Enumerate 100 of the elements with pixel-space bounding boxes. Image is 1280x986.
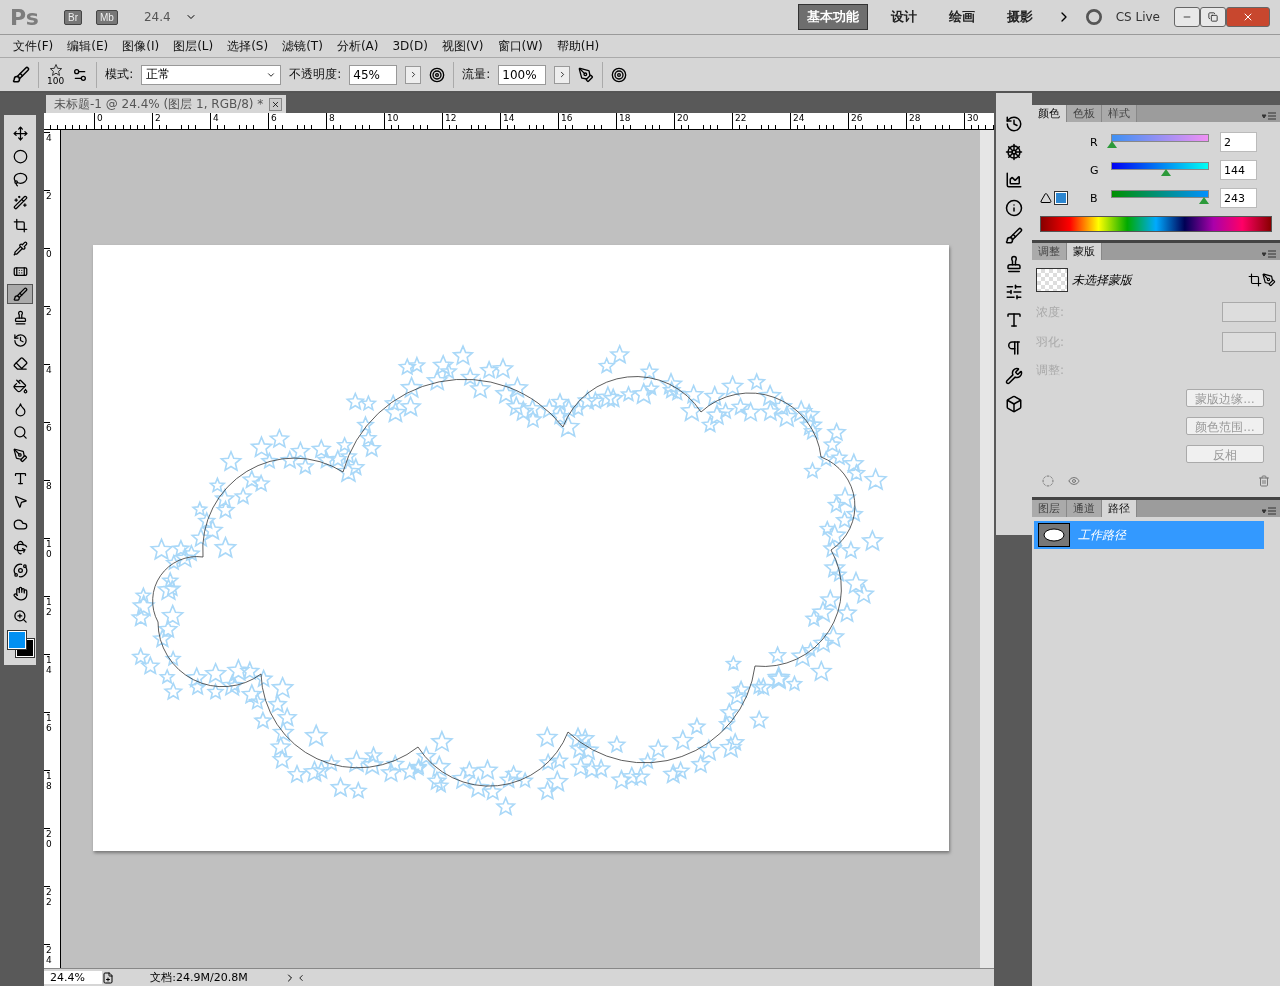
channel-label: B [1090,191,1099,205]
histogram-icon[interactable] [1005,171,1023,189]
wheel-icon[interactable] [1005,143,1023,161]
menu-item[interactable]: 文件(F) [6,37,61,55]
eyedropper-icon [12,240,28,256]
tool-button[interactable] [7,284,33,304]
panel-tab[interactable]: 颜色 [1032,105,1067,122]
brush-size-picker[interactable]: 100 [47,63,65,86]
slider-thumb[interactable] [1199,197,1210,204]
opacity-label: 不透明度: [289,66,342,83]
panel-tab[interactable]: 调整 [1032,243,1067,260]
brush-icon [12,286,28,302]
menu-item[interactable]: 3D(D) [385,39,435,53]
close-icon [1242,11,1254,23]
panel-tab[interactable]: 样式 [1102,105,1137,122]
document-size: 文档:24.9M/20.8M [149,970,249,985]
panel-tab[interactable]: 图层 [1032,500,1067,517]
menu-item[interactable]: 分析(A) [329,37,386,55]
menu-item[interactable]: 图像(I) [115,37,167,55]
cs-live-menu[interactable]: CS Live [1115,10,1160,24]
slider-thumb[interactable] [1106,141,1117,148]
zoom-level[interactable]: 24.4 [143,10,171,24]
slider-thumb[interactable] [1161,169,1172,176]
channel-value[interactable]: 144 [1220,160,1257,180]
launch-button[interactable]: Mb [96,9,118,25]
history-icon[interactable] [1005,115,1023,133]
ruler-label: 22 [732,113,790,129]
brush-preset-icon[interactable] [12,65,30,84]
menu-item[interactable]: 窗口(W) [490,37,550,55]
panel-tab[interactable]: 路径 [1102,500,1137,517]
ruler-label: 12 [44,596,50,654]
ruler-label: 10 [384,113,442,129]
menu-item[interactable]: 滤镜(T) [275,37,330,55]
flow-label: 流量: [462,66,491,83]
restore-button[interactable] [1200,7,1226,27]
minimize-button[interactable] [1174,7,1200,27]
ruler-label: 4 [44,364,50,422]
magnifier-icon [12,424,28,440]
pen-icon [12,447,28,463]
channel-value[interactable]: 2 [1220,132,1257,152]
panel-tab[interactable]: 通道 [1067,500,1102,517]
orbit-icon [12,562,28,578]
panel-tab[interactable]: 色板 [1067,105,1102,122]
opacity-field[interactable]: 45% [349,64,398,85]
ruler-label: 6 [44,422,50,480]
menu-item[interactable]: 帮助(H) [549,37,607,55]
brush-icon[interactable] [1005,227,1023,245]
app-logo: Ps [10,4,40,30]
ruler-label: 20 [674,113,732,129]
menu-item[interactable]: 编辑(E) [60,37,116,55]
opacity-slider-button[interactable] [405,65,422,84]
workspace-button[interactable]: 绘画 [939,4,984,30]
ellipse-marquee-icon [12,148,28,164]
channel-label: G [1090,163,1100,177]
ruler-label: 14 [500,113,558,129]
ruler-label: 6 [268,113,326,129]
channel-value[interactable]: 243 [1220,188,1257,208]
flow-slider-button[interactable] [554,65,571,84]
stamp-icon[interactable] [1005,255,1023,273]
magic-wand-icon [12,194,28,210]
status-zoom[interactable]: 24.4% [44,971,102,984]
workspace-button[interactable]: 摄影 [997,4,1042,30]
paragraph-icon[interactable] [1005,339,1023,357]
ruler-label: 20 [44,828,50,886]
ruler-label: 2 [44,190,50,248]
workspace-button[interactable]: 基本功能 [797,4,868,30]
menu-item[interactable]: 选择(S) [220,37,276,55]
vertical-scrollbar[interactable] [980,130,994,968]
sliders-icon[interactable] [1005,283,1023,301]
feather-field[interactable] [1222,332,1276,352]
ruler-label: 0 [44,248,50,306]
mask-status: 未选择蒙版 [1070,271,1134,289]
character-icon[interactable] [1005,311,1023,329]
wrench-icon[interactable] [1005,367,1023,385]
pointer-icon [12,493,28,509]
web-color-swatch [1055,192,1067,204]
menu-item[interactable]: 图层(L) [166,37,221,55]
info-icon[interactable] [1005,199,1023,217]
color-spectrum[interactable] [1040,216,1272,232]
cube-icon[interactable] [1005,395,1023,413]
launch-button[interactable]: Br [64,9,82,25]
crop-icon [12,217,28,233]
tab-close-button[interactable] [269,97,283,111]
menu-item[interactable]: 视图(V) [434,37,491,55]
move-arrows-icon [12,125,28,141]
mode-label: 模式: [105,66,134,83]
mask-thumbnail [1036,268,1068,292]
workspace-button[interactable]: 设计 [881,4,926,30]
document-tab[interactable]: 未标题-1 @ 24.4% (图层 1, RGB/8) * [46,95,287,113]
ruler-label: 16 [44,712,50,770]
scroll-left-icon[interactable] [296,972,306,983]
mode-select[interactable]: 正常 [141,64,282,85]
trash-icon[interactable] [1258,475,1270,487]
paint-bucket-icon [12,378,28,394]
density-field[interactable] [1222,302,1276,322]
flow-field[interactable]: 100% [498,64,547,85]
eye-icon[interactable] [1068,475,1080,487]
foreground-color-swatch[interactable] [8,631,26,649]
ruler-label: 28 [906,113,964,129]
panel-tab[interactable]: 蒙版 [1067,243,1102,260]
